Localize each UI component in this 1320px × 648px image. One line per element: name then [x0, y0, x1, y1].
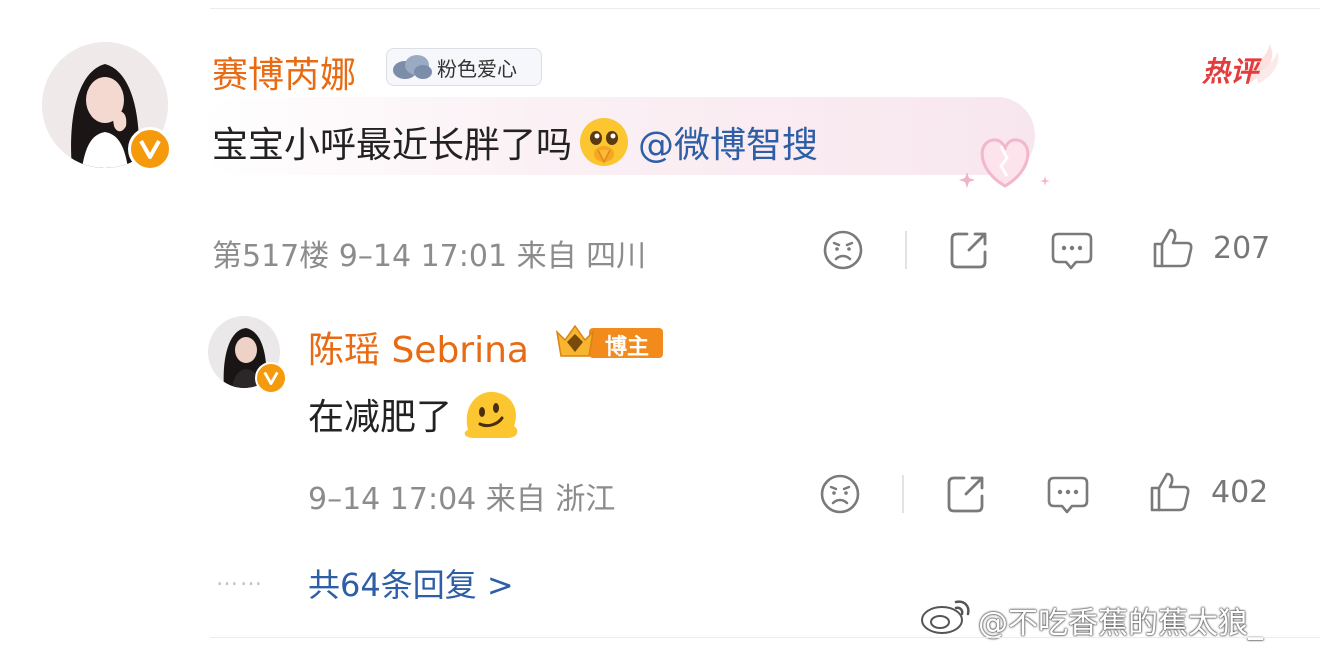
more-replies-dots: ……	[216, 566, 264, 591]
comment-meta: 第517楼 9–14 17:01 来自 四川	[212, 239, 647, 274]
comment-text: 宝宝小呼最近长胖了吗	[212, 125, 573, 166]
reply-comment-icon[interactable]	[1046, 472, 1090, 516]
watermark-text: @不吃香蕉的蕉太狼_	[978, 606, 1263, 641]
comment-icon[interactable]	[1050, 228, 1094, 272]
reply-text-row: 在减肥了	[308, 386, 522, 442]
host-badge-label: 博主	[605, 335, 650, 360]
hot-comment-tag: 热评	[1200, 44, 1280, 88]
reply-like-thumb-icon[interactable]	[1148, 470, 1192, 514]
action-separator	[905, 231, 907, 269]
pleading-emoji-icon	[580, 118, 629, 166]
fan-badge-label: 粉色爱心	[437, 56, 517, 81]
reply-verified-icon	[255, 362, 287, 394]
verified-icon	[128, 127, 172, 171]
weibo-logo-icon	[921, 600, 970, 634]
cloud-heart-icon	[393, 55, 432, 79]
reply-like-count: 402	[1211, 475, 1269, 510]
melting-face-emoji-icon	[464, 391, 518, 438]
comment-like-count: 207	[1213, 231, 1271, 266]
top-divider	[210, 8, 1320, 9]
like-thumb-icon[interactable]	[1151, 226, 1195, 270]
hot-comment-label: 热评	[1202, 55, 1259, 88]
reply-share-icon[interactable]	[944, 472, 988, 516]
bottom-divider	[210, 637, 1320, 638]
dislike-face-icon[interactable]	[821, 228, 865, 272]
reply-action-separator	[902, 475, 904, 513]
host-badge: 博主	[553, 320, 663, 362]
reply-dislike-face-icon[interactable]	[818, 472, 862, 516]
mention-link[interactable]: @微博智搜	[638, 116, 818, 168]
reply-author-name[interactable]: 陈瑶 Sebrina	[308, 321, 529, 373]
more-replies-link[interactable]: 共64条回复 >	[308, 560, 514, 606]
fan-badge[interactable]: 粉色爱心	[386, 48, 542, 86]
reply-meta: 9–14 17:04 来自 浙江	[308, 482, 616, 517]
share-icon[interactable]	[947, 228, 991, 272]
reply-text: 在减肥了	[308, 397, 453, 438]
comment-text-row: 宝宝小呼最近长胖了吗 @微博智搜	[212, 116, 818, 168]
comment-author-name[interactable]: 赛博芮娜	[212, 46, 356, 98]
heart-sticker-icon	[959, 138, 1050, 188]
